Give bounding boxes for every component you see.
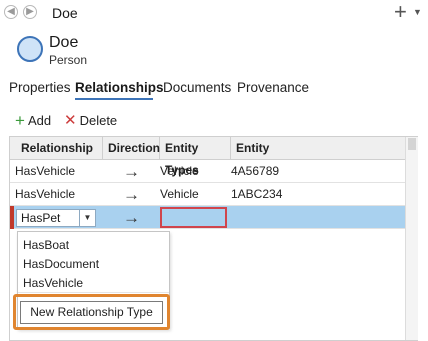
direction-arrow-icon: → xyxy=(123,208,140,227)
column-header-entity-types[interactable]: Entity Types xyxy=(160,137,231,177)
table-row[interactable]: HasVehicle → Vehicle 4A56789 xyxy=(10,160,405,183)
tab-properties[interactable]: Properties xyxy=(9,80,71,95)
column-header-entity[interactable]: Entity xyxy=(231,137,405,159)
entity-cell[interactable]: 1ABC234 xyxy=(226,183,282,206)
table-row-editing[interactable]: HasPet ▼ → xyxy=(10,206,405,229)
relationship-combobox-value: HasPet xyxy=(21,211,61,225)
forward-icon[interactable]: ▶ xyxy=(23,5,37,19)
back-icon[interactable]: ◀ xyxy=(4,5,18,19)
column-header-relationship[interactable]: Relationship xyxy=(10,137,103,159)
dropdown-option[interactable]: HasBoat xyxy=(23,238,69,252)
relationship-cell[interactable]: HasVehicle xyxy=(10,183,75,206)
entity-name: Doe xyxy=(49,34,79,51)
chevron-down-icon[interactable]: ▼ xyxy=(413,7,422,17)
entity-type-cell[interactable]: Vehicle xyxy=(155,160,199,183)
column-header-direction[interactable]: Direction xyxy=(103,137,160,159)
chevron-down-icon[interactable]: ▼ xyxy=(79,210,95,226)
entity-type: Person xyxy=(49,53,88,67)
plus-icon[interactable]: + xyxy=(394,1,407,23)
plus-icon: + xyxy=(15,111,25,130)
entity-avatar xyxy=(17,36,43,62)
delete-button[interactable]: ✕ Delete xyxy=(64,113,117,128)
entity-cell[interactable]: 4A56789 xyxy=(226,160,279,183)
close-icon: ✕ xyxy=(64,112,77,129)
direction-arrow-icon: → xyxy=(123,162,140,181)
new-relationship-type-button[interactable]: New Relationship Type xyxy=(20,301,163,324)
direction-arrow-icon: → xyxy=(123,185,140,204)
dropdown-option[interactable]: HasVehicle xyxy=(23,276,83,290)
add-label: Add xyxy=(27,113,52,128)
dropdown-option[interactable]: HasDocument xyxy=(23,257,99,271)
window-title: Doe xyxy=(52,5,78,21)
scrollbar-thumb[interactable] xyxy=(408,138,416,150)
relationship-cell[interactable]: HasVehicle xyxy=(10,160,75,183)
vertical-scrollbar[interactable] xyxy=(405,137,418,340)
relationship-combobox[interactable]: HasPet ▼ xyxy=(16,209,96,227)
delete-label: Delete xyxy=(79,113,118,128)
tab-relationships[interactable]: Relationships xyxy=(75,80,164,95)
tab-provenance[interactable]: Provenance xyxy=(237,80,309,95)
row-edit-marker xyxy=(10,206,14,229)
table-row[interactable]: HasVehicle → Vehicle 1ABC234 xyxy=(10,183,405,206)
entity-type-cell[interactable]: Vehicle xyxy=(155,183,199,206)
entity-types-invalid-cell[interactable] xyxy=(160,207,227,228)
active-tab-indicator xyxy=(75,98,153,100)
add-button[interactable]: + Add xyxy=(15,111,52,130)
divider xyxy=(18,292,169,293)
grid-header: Relationship Direction Entity Types Enti… xyxy=(10,137,405,177)
tab-documents[interactable]: Documents xyxy=(163,80,231,95)
